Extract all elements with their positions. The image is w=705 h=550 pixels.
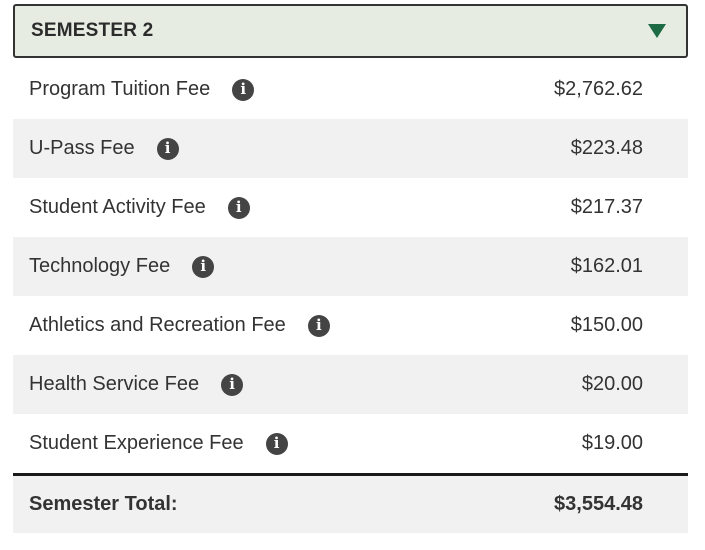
fee-amount: $217.37	[570, 196, 643, 218]
info-icon[interactable]: i	[307, 314, 330, 337]
fee-label: Technology Fee	[29, 255, 171, 277]
semester-total-amount: $3,554.48	[554, 493, 643, 515]
fee-row-health-service: Health Service Fee i $20.00	[13, 355, 688, 414]
semester-total-label: Semester Total:	[29, 493, 178, 515]
fee-label: Student Activity Fee	[29, 196, 206, 218]
fee-label: U-Pass Fee	[29, 137, 135, 159]
info-icon[interactable]: i	[192, 255, 215, 278]
semester-accordion-header[interactable]: SEMESTER 2	[13, 4, 688, 58]
fee-label: Health Service Fee	[29, 373, 200, 395]
semester-fee-panel: SEMESTER 2 Program Tuition Fee i $2,762.…	[13, 4, 688, 533]
fee-list: Program Tuition Fee i $2,762.62 U-Pass F…	[13, 60, 688, 473]
fee-row-program-tuition: Program Tuition Fee i $2,762.62	[13, 60, 688, 119]
info-icon[interactable]: i	[232, 78, 255, 101]
fee-row-technology: Technology Fee i $162.01	[13, 237, 688, 296]
semester-total-row: Semester Total: $3,554.48	[13, 473, 688, 533]
fee-amount: $20.00	[581, 373, 643, 395]
info-icon[interactable]: i	[221, 373, 244, 396]
fee-amount: $223.48	[570, 137, 643, 159]
info-icon[interactable]: i	[227, 196, 250, 219]
fee-row-student-activity: Student Activity Fee i $217.37	[13, 178, 688, 237]
fee-label: Program Tuition Fee	[29, 78, 211, 100]
semester-title: SEMESTER 2	[31, 20, 154, 41]
fee-amount: $19.00	[581, 432, 643, 454]
fee-amount: $150.00	[570, 314, 643, 336]
fee-row-u-pass: U-Pass Fee i $223.48	[13, 119, 688, 178]
info-icon[interactable]: i	[265, 432, 288, 455]
fee-amount: $2,762.62	[554, 78, 643, 100]
fee-row-student-experience: Student Experience Fee i $19.00	[13, 414, 688, 473]
triangle-down-icon[interactable]	[648, 24, 666, 38]
fee-label: Athletics and Recreation Fee	[29, 314, 286, 336]
fee-label: Student Experience Fee	[29, 432, 244, 454]
fee-amount: $162.01	[570, 255, 643, 277]
fee-row-athletics-recreation: Athletics and Recreation Fee i $150.00	[13, 296, 688, 355]
info-icon[interactable]: i	[156, 137, 179, 160]
